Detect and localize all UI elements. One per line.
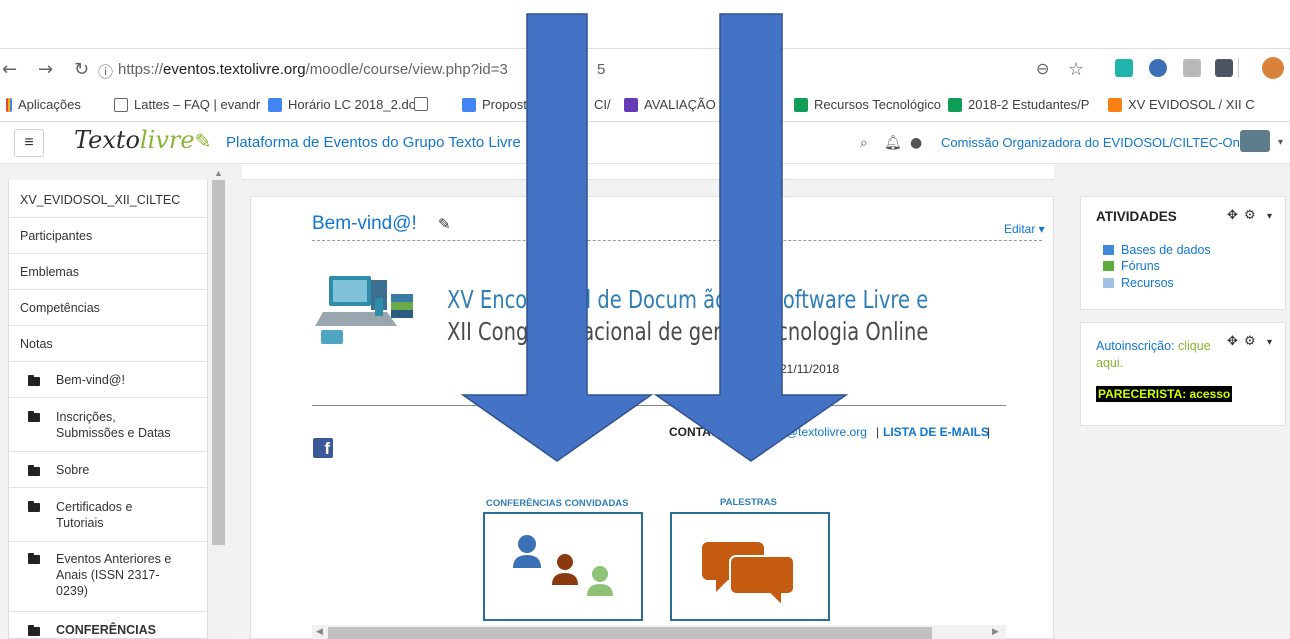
annotation-arrows xyxy=(460,13,849,462)
down-arrow-left xyxy=(460,13,654,462)
down-arrow-right xyxy=(653,13,849,462)
